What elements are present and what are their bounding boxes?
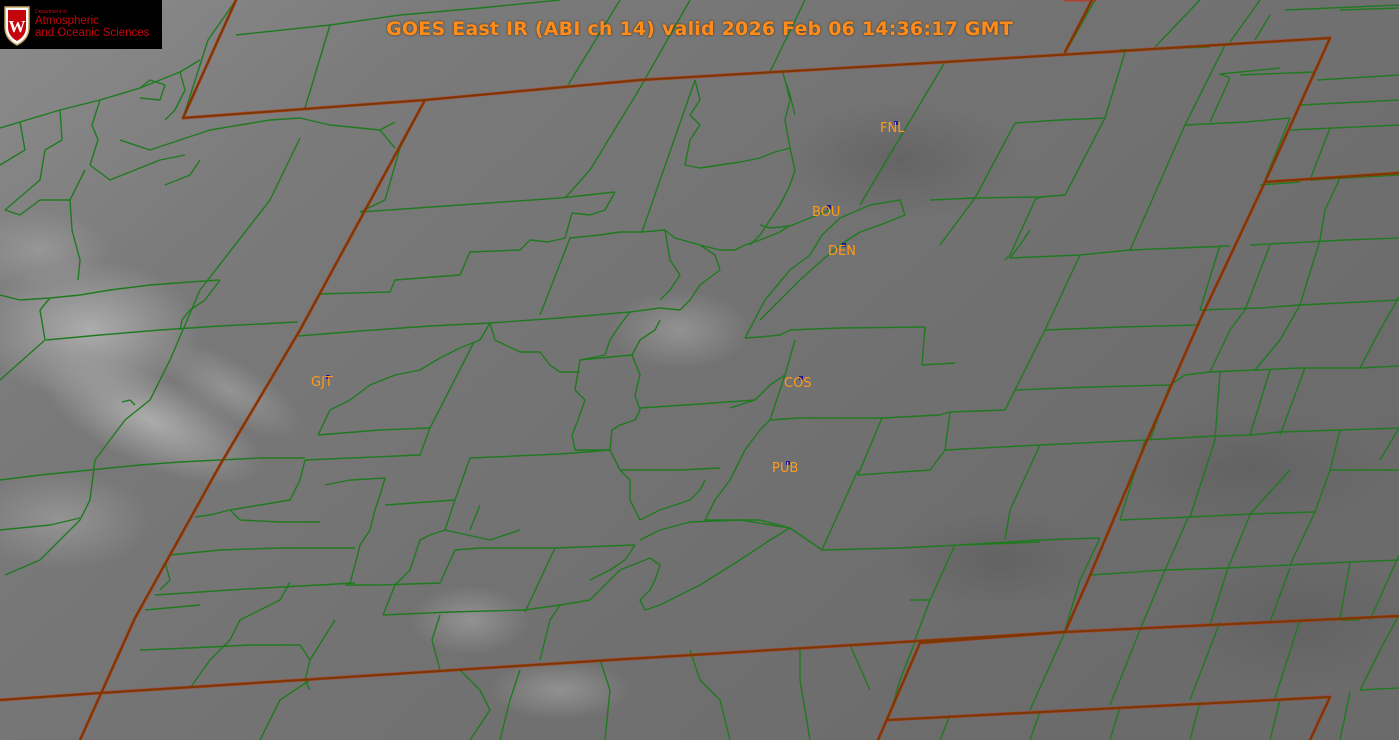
station-label-den: DEN — [828, 244, 856, 259]
image-title: GOES East IR (ABI ch 14) valid 2026 Feb … — [386, 18, 1013, 40]
station-label-cos: COS — [784, 376, 812, 391]
station-gjt[interactable]: GJT — [311, 375, 333, 390]
station-label-gjt: GJT — [311, 375, 333, 390]
station-label-pub: PUB — [772, 461, 798, 476]
station-pub[interactable]: PUB — [772, 461, 798, 476]
station-label-fnl: FNL — [880, 121, 905, 136]
station-cos[interactable]: COS — [784, 376, 812, 391]
satellite-image-viewer: FNL BOU DEN GJT COS PUB W Department of … — [0, 0, 1399, 740]
station-label-bou: BOU — [812, 205, 840, 220]
station-den[interactable]: DEN — [828, 243, 856, 259]
satellite-map: FNL BOU DEN GJT COS PUB — [0, 0, 1399, 740]
station-bou[interactable]: BOU — [812, 205, 840, 220]
station-fnl[interactable]: FNL — [880, 121, 905, 136]
